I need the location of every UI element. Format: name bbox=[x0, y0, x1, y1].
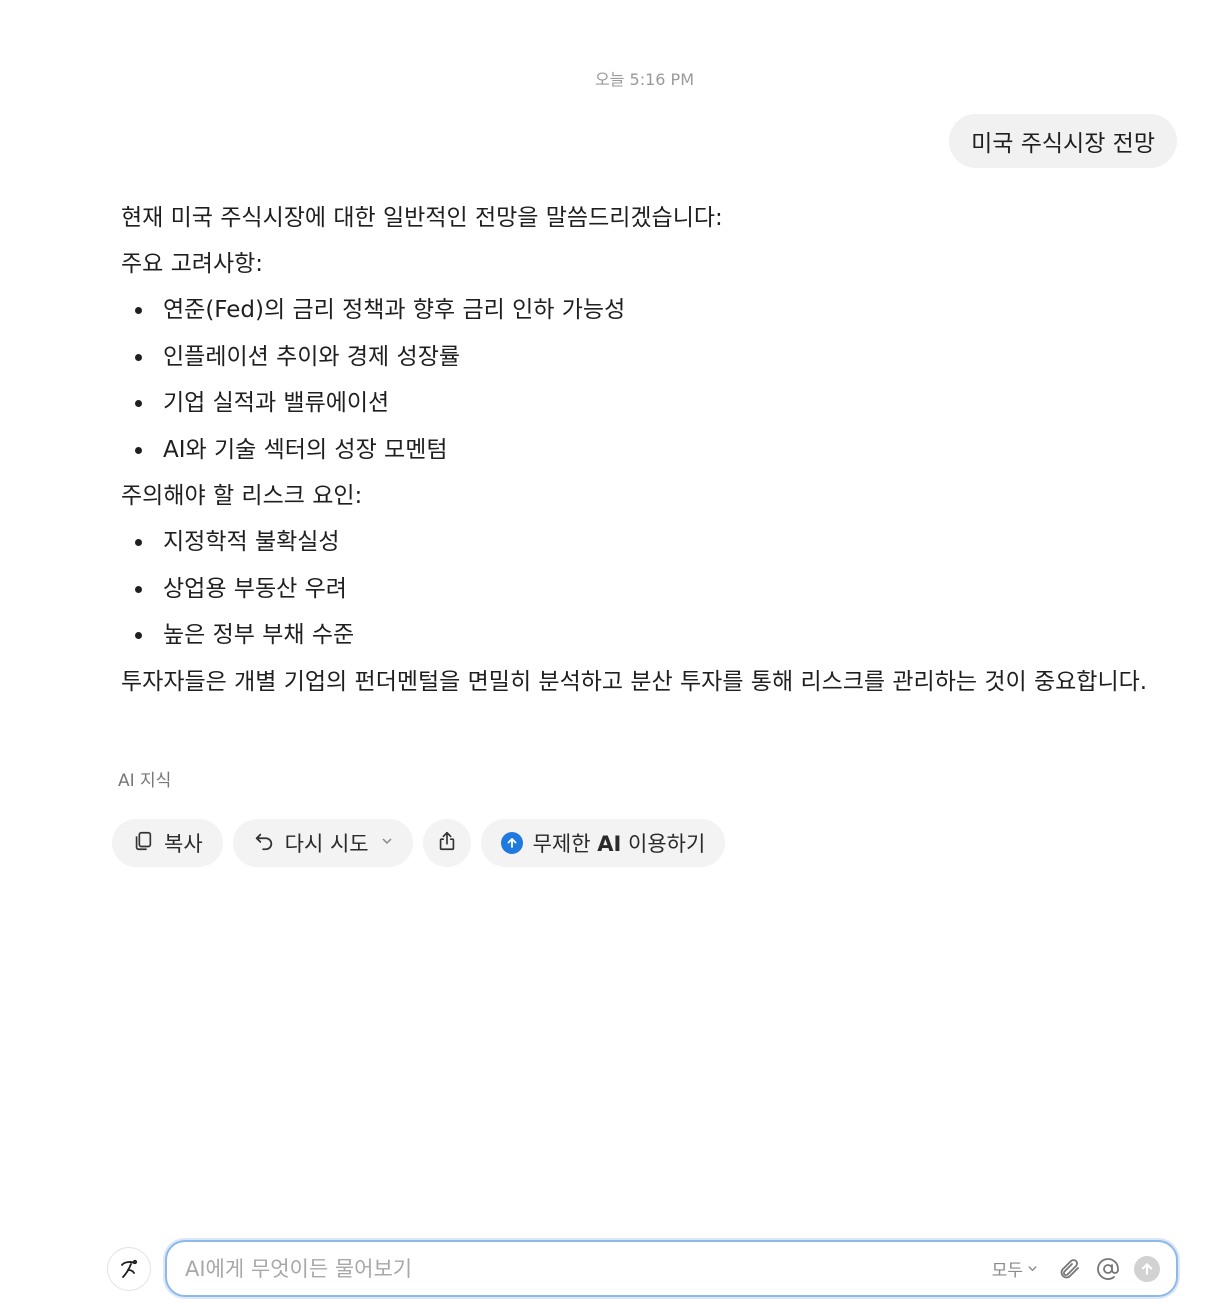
retry-label: 다시 시도 bbox=[284, 832, 369, 856]
ai-logo-icon[interactable] bbox=[107, 1247, 151, 1291]
list-item: 연준(Fed)의 금리 정책과 향후 금리 인하 가능성 bbox=[121, 292, 1161, 328]
chat-composer: 모두 bbox=[165, 1240, 1178, 1297]
list-item: 상업용 부동산 우려 bbox=[121, 571, 1161, 607]
list-item: AI와 기술 섹터의 성장 모멘텀 bbox=[121, 432, 1161, 468]
risks-heading: 주의해야 할 리스크 요인: bbox=[121, 483, 363, 509]
at-icon[interactable] bbox=[1096, 1257, 1120, 1281]
unlimited-prefix: 무제한 bbox=[532, 832, 598, 856]
composer-tools: 모두 bbox=[992, 1255, 1160, 1282]
source-label: AI 지식 bbox=[118, 771, 172, 791]
undo-icon bbox=[253, 830, 275, 857]
answer-intro: 현재 미국 주식시장에 대한 일반적인 전망을 말씀드리겠습니다: bbox=[121, 205, 723, 231]
copy-label: 복사 bbox=[164, 832, 203, 856]
timestamp-text: 오늘 5:16 PM bbox=[595, 70, 694, 89]
chat-page: 오늘 5:16 PM 미국 주식시장 전망 현재 미국 주식시장에 대한 일반적… bbox=[0, 0, 1209, 1314]
retry-button[interactable]: 다시 시도 bbox=[232, 819, 413, 867]
considerations-list: 연준(Fed)의 금리 정책과 향후 금리 인하 가능성 인플레이션 추이와 경… bbox=[121, 292, 1161, 468]
share-icon bbox=[436, 830, 458, 857]
unlimited-suffix: 이용하기 bbox=[621, 832, 706, 856]
mode-selector[interactable]: 모두 bbox=[992, 1256, 1038, 1281]
unlimited-ai-text: AI bbox=[597, 832, 622, 856]
list-item: 인플레이션 추이와 경제 성장률 bbox=[121, 339, 1161, 375]
risks-list: 지정학적 불확실성 상업용 부동산 우려 높은 정부 부채 수준 bbox=[121, 524, 1161, 653]
answer-closing: 투자자들은 개별 기업의 펀더멘털을 면밀히 분석하고 분산 투자를 통해 리스… bbox=[121, 668, 1148, 695]
arrow-up-circle-icon bbox=[500, 832, 523, 854]
list-item: 지정학적 불확실성 bbox=[121, 524, 1161, 560]
mode-label: 모두 bbox=[991, 1261, 1023, 1281]
unlimited-ai-label: 무제한 AI 이용하기 bbox=[533, 828, 706, 858]
copy-button[interactable]: 복사 bbox=[112, 819, 223, 867]
chat-input[interactable] bbox=[185, 1256, 992, 1281]
considerations-heading: 주요 고려사항: bbox=[121, 251, 264, 277]
message-timestamp: 오늘 5:16 PM bbox=[0, 66, 1209, 90]
unlimited-ai-button[interactable]: 무제한 AI 이용하기 bbox=[480, 819, 726, 867]
send-icon[interactable] bbox=[1134, 1255, 1160, 1282]
paperclip-icon[interactable] bbox=[1058, 1257, 1082, 1281]
chevron-down-icon bbox=[381, 835, 393, 851]
chevron-down-icon bbox=[1027, 1259, 1038, 1279]
share-button[interactable] bbox=[422, 819, 471, 867]
list-item: 높은 정부 부채 수준 bbox=[121, 617, 1161, 653]
copy-icon bbox=[132, 830, 154, 857]
assistant-answer: 현재 미국 주식시장에 대한 일반적인 전망을 말씀드리겠습니다: 주요 고려사… bbox=[121, 200, 1161, 710]
message-actions: 복사 다시 시도 무제한 AI 이용하기 bbox=[112, 819, 726, 867]
list-item: 기업 실적과 밸류에이션 bbox=[121, 385, 1161, 421]
user-message-bubble: 미국 주식시장 전망 bbox=[949, 114, 1177, 168]
